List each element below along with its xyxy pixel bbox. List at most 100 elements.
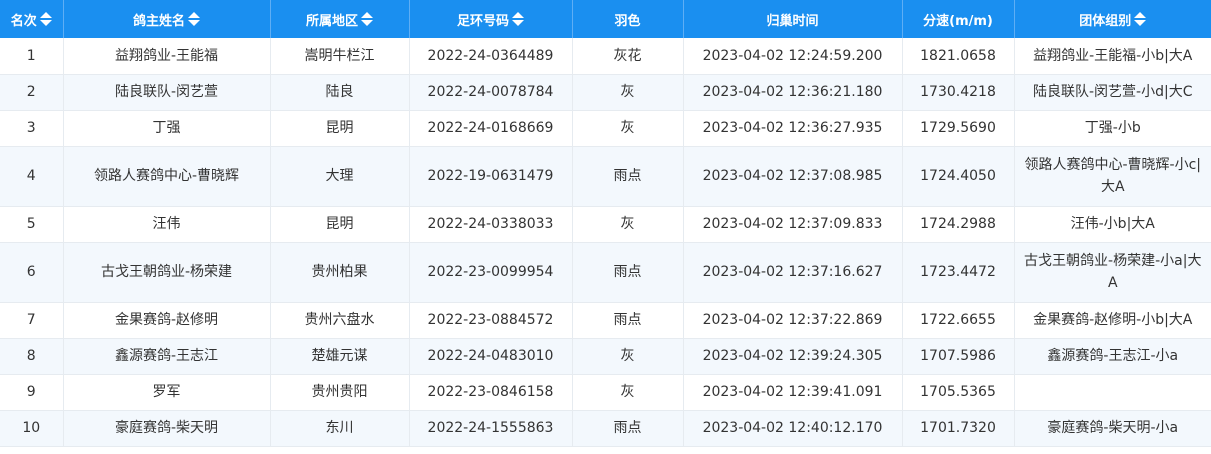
speed-cell: 1730.4218: [901, 74, 1015, 111]
feather-color-cell: 灰花: [571, 38, 684, 75]
ring-number-cell: 2022-24-0483010: [408, 338, 573, 375]
ring-number-cell: 2022-24-0168669: [408, 110, 573, 147]
speed-cell: 1729.5690: [901, 110, 1015, 147]
owner-cell: 陆良联队-闵艺萱: [62, 74, 271, 111]
sort-icon[interactable]: [361, 12, 373, 26]
return-time-cell: 2023-04-02 12:36:21.180: [682, 74, 903, 111]
region-cell: 嵩明牛栏江: [269, 38, 410, 75]
group-cell: 丁强-小b: [1013, 110, 1211, 147]
sort-icon[interactable]: [39, 12, 52, 26]
return-time-cell: 2023-04-02 12:40:12.170: [682, 410, 903, 447]
results-table: 名次 鸽主姓名 所属地区 足环号码 羽色 归巢时间 分速(m/m) 团体组别 1…: [0, 0, 1211, 447]
return-time-cell: 2023-04-02 12:36:27.935: [682, 110, 903, 147]
sort-icon[interactable]: [188, 12, 200, 26]
column-header-label: 归巢时间: [766, 13, 819, 29]
return-time-cell: 2023-04-02 12:37:16.627: [682, 242, 903, 303]
rank-cell: 9: [0, 374, 64, 411]
speed-cell: 1821.0658: [901, 38, 1015, 75]
group-cell: 鑫源赛鸽-王志江-小a: [1013, 338, 1211, 375]
sort-icon[interactable]: [512, 12, 524, 26]
rank-cell: 2: [0, 74, 64, 111]
table-row: 10 豪庭赛鸽-柴天明 东川 2022-24-1555863 雨点 2023-0…: [0, 410, 1211, 447]
feather-color-cell: 灰: [571, 74, 684, 111]
column-header-label: 名次: [10, 13, 37, 29]
region-cell: 楚雄元谋: [269, 338, 410, 375]
return-time-cell: 2023-04-02 12:39:41.091: [682, 374, 903, 411]
group-cell: 陆良联队-闵艺萱-小d|大C: [1013, 74, 1211, 111]
rank-cell: 8: [0, 338, 64, 375]
return-time-cell: 2023-04-02 12:39:24.305: [682, 338, 903, 375]
group-cell: 益翔鸽业-王能福-小b|大A: [1013, 38, 1211, 75]
region-cell: 贵州贵阳: [269, 374, 410, 411]
region-cell: 东川: [269, 410, 410, 447]
region-cell: 贵州柏果: [269, 242, 410, 303]
rank-cell: 4: [0, 146, 64, 207]
rank-cell: 5: [0, 206, 64, 243]
feather-color-cell: 雨点: [571, 302, 684, 339]
ring-number-cell: 2022-19-0631479: [408, 146, 573, 207]
ring-number-cell: 2022-24-0364489: [408, 38, 573, 75]
rank-cell: 10: [0, 410, 64, 447]
ring-number-cell: 2022-23-0846158: [408, 374, 573, 411]
region-cell: 大理: [269, 146, 410, 207]
speed-cell: 1705.5365: [901, 374, 1015, 411]
table-row: 4 领路人赛鸽中心-曹晓辉 大理 2022-19-0631479 雨点 2023…: [0, 146, 1211, 207]
region-cell: 贵州六盘水: [269, 302, 410, 339]
speed-cell: 1724.2988: [901, 206, 1015, 243]
column-header-label: 所属地区: [305, 13, 358, 29]
ring-number-cell: 2022-24-0338033: [408, 206, 573, 243]
column-header-label: 团体组别: [1079, 13, 1132, 29]
group-cell: 领路人赛鸽中心-曹晓辉-小c|大A: [1013, 146, 1211, 207]
owner-cell: 汪伟: [62, 206, 271, 243]
return-time-cell: 2023-04-02 12:37:09.833: [682, 206, 903, 243]
feather-color-cell: 雨点: [571, 146, 684, 207]
return-time-cell: 2023-04-02 12:37:08.985: [682, 146, 903, 207]
speed-cell: 1722.6655: [901, 302, 1015, 339]
owner-cell: 益翔鸽业-王能福: [62, 38, 271, 75]
column-header-rank[interactable]: 名次: [0, 0, 64, 38]
feather-color-cell: 雨点: [571, 242, 684, 303]
group-cell: 金果赛鸽-赵修明-小b|大A: [1013, 302, 1211, 339]
feather-color-cell: 灰: [571, 374, 684, 411]
ring-number-cell: 2022-23-0884572: [408, 302, 573, 339]
region-cell: 陆良: [269, 74, 410, 111]
owner-cell: 古戈王朝鸽业-杨荣建: [62, 242, 271, 303]
table-row: 8 鑫源赛鸽-王志江 楚雄元谋 2022-24-0483010 灰 2023-0…: [0, 338, 1211, 375]
column-header-label: 分速(m/m): [923, 13, 993, 29]
feather-color-cell: 灰: [571, 206, 684, 243]
table-row: 9 罗军 贵州贵阳 2022-23-0846158 灰 2023-04-02 1…: [0, 374, 1211, 411]
feather-color-cell: 雨点: [571, 410, 684, 447]
table-row: 1 益翔鸽业-王能福 嵩明牛栏江 2022-24-0364489 灰花 2023…: [0, 38, 1211, 75]
group-cell: 古戈王朝鸽业-杨荣建-小a|大A: [1013, 242, 1211, 303]
column-header-label: 羽色: [614, 13, 641, 29]
column-header-region[interactable]: 所属地区: [270, 0, 410, 38]
column-header-label: 鸽主姓名: [132, 13, 185, 29]
group-cell: [1013, 374, 1211, 411]
ring-number-cell: 2022-23-0099954: [408, 242, 573, 303]
feather-color-cell: 灰: [571, 338, 684, 375]
group-cell: 豪庭赛鸽-柴天明-小a: [1013, 410, 1211, 447]
column-header-ring-number[interactable]: 足环号码: [409, 0, 573, 38]
owner-cell: 丁强: [62, 110, 271, 147]
sort-icon[interactable]: [1134, 12, 1147, 26]
rank-cell: 7: [0, 302, 64, 339]
speed-cell: 1707.5986: [901, 338, 1015, 375]
rank-cell: 3: [0, 110, 64, 147]
region-cell: 昆明: [269, 206, 410, 243]
owner-cell: 罗军: [62, 374, 271, 411]
owner-cell: 豪庭赛鸽-柴天明: [62, 410, 271, 447]
table-row: 3 丁强 昆明 2022-24-0168669 灰 2023-04-02 12:…: [0, 110, 1211, 147]
table-row: 6 古戈王朝鸽业-杨荣建 贵州柏果 2022-23-0099954 雨点 202…: [0, 242, 1211, 303]
table-row: 7 金果赛鸽-赵修明 贵州六盘水 2022-23-0884572 雨点 2023…: [0, 302, 1211, 339]
column-header-owner[interactable]: 鸽主姓名: [63, 0, 271, 38]
rank-cell: 6: [0, 242, 64, 303]
feather-color-cell: 灰: [571, 110, 684, 147]
column-header-label: 足环号码: [456, 13, 509, 29]
return-time-cell: 2023-04-02 12:24:59.200: [682, 38, 903, 75]
owner-cell: 鑫源赛鸽-王志江: [62, 338, 271, 375]
speed-cell: 1701.7320: [901, 410, 1015, 447]
column-header-group[interactable]: 团体组别: [1014, 0, 1211, 38]
speed-cell: 1723.4472: [901, 242, 1015, 303]
header-row: 名次 鸽主姓名 所属地区 足环号码 羽色 归巢时间 分速(m/m) 团体组别: [0, 0, 1211, 38]
speed-cell: 1724.4050: [901, 146, 1015, 207]
